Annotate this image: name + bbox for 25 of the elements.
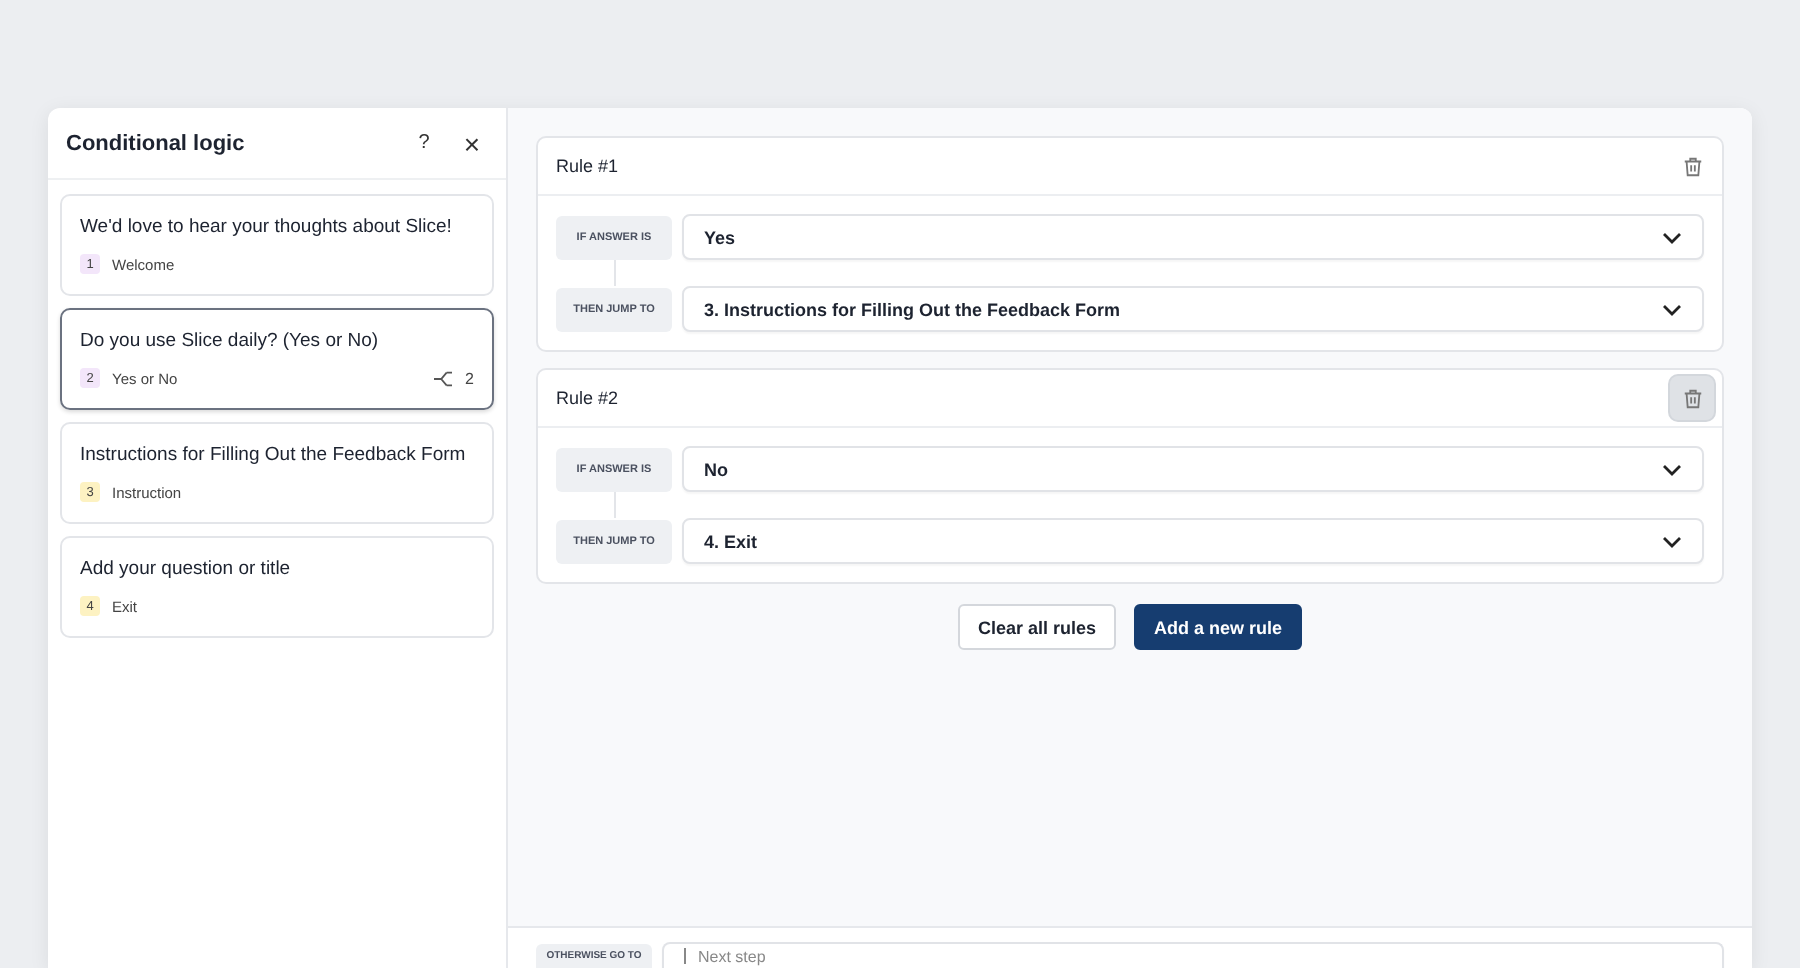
- branch-count: 2: [465, 369, 474, 387]
- trash-icon: [1681, 155, 1703, 177]
- chevron-down-icon: [1662, 303, 1682, 315]
- clear-rules-button[interactable]: Clear all rules: [957, 604, 1117, 650]
- step-title: Instructions for Filling Out the Feedback Form: [80, 444, 468, 466]
- chevron-down-icon: [1662, 463, 1682, 475]
- step-title: Do you use Slice daily? (Yes or No): [80, 330, 381, 352]
- trash-icon: [1681, 387, 1703, 409]
- answer-dropdown[interactable]: No: [682, 446, 1704, 492]
- next-step-dropdown[interactable]: Next step: [662, 942, 1724, 968]
- add-rule-button[interactable]: Add a new rule: [1134, 604, 1303, 650]
- delete-button[interactable]: [1670, 376, 1714, 420]
- close-button[interactable]: ×: [458, 127, 486, 159]
- branch-icon: [431, 369, 454, 387]
- step-title: We'd love to hear your thoughts about Slice!: [80, 216, 454, 238]
- jump-target-dropdown[interactable]: 4. Exit: [682, 518, 1704, 564]
- help-button[interactable]: ?: [410, 132, 438, 154]
- answer-dropdown[interactable]: Yes: [682, 214, 1704, 260]
- chevron-down-icon: [1662, 231, 1682, 243]
- rule-title: Rule #1: [556, 156, 619, 176]
- step-title: Add your question or title: [80, 558, 293, 580]
- modal-title: Conditional logic: [66, 131, 247, 155]
- rule-title: Rule #2: [556, 388, 619, 408]
- chevron-down-icon: [1662, 535, 1682, 547]
- jump-target-dropdown[interactable]: 3. Instructions for Filling Out the Feedback Form: [682, 286, 1704, 332]
